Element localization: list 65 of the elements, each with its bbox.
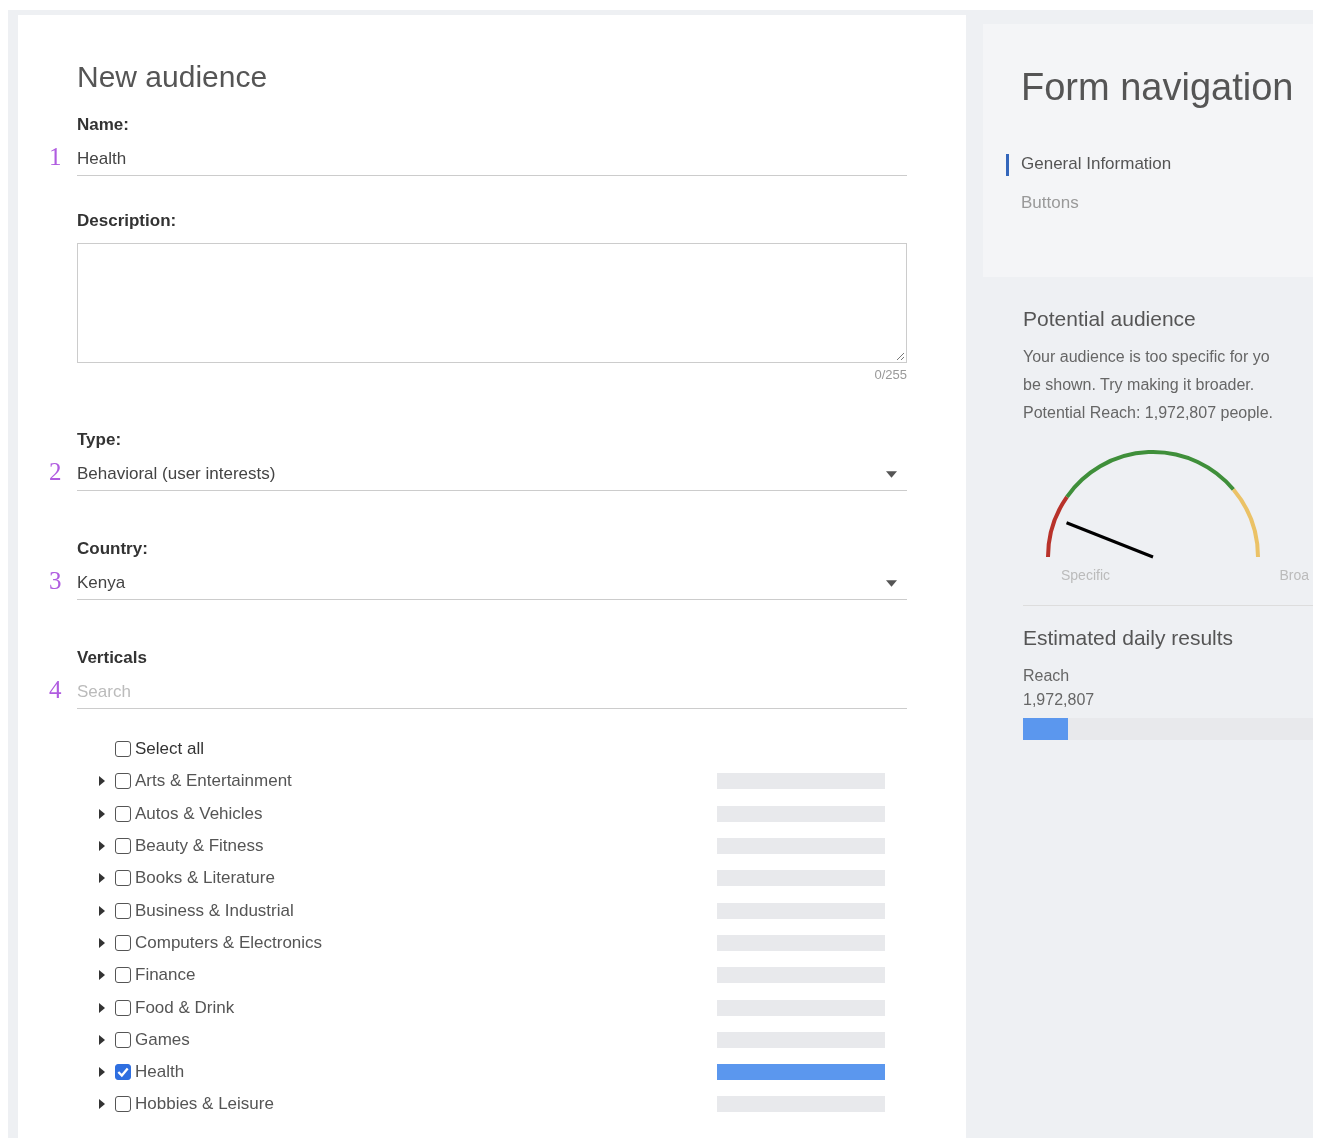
checkbox[interactable]: [115, 1064, 131, 1081]
step-number: 1: [49, 143, 62, 171]
expand-arrow-icon[interactable]: [99, 1002, 105, 1013]
expand-arrow-icon[interactable]: [99, 841, 105, 852]
vertical-label[interactable]: Books & Literature: [135, 868, 695, 889]
expand-arrow-icon[interactable]: [99, 1067, 105, 1078]
checkbox[interactable]: [115, 805, 131, 822]
expand-arrow-icon[interactable]: [99, 937, 105, 948]
gauge-min-label: Specific: [1061, 567, 1111, 583]
expand-arrow-icon[interactable]: [99, 808, 105, 819]
caret-icon: [886, 579, 897, 587]
checkbox[interactable]: [115, 902, 131, 919]
field-label: Name:: [77, 115, 130, 136]
checkbox[interactable]: [115, 741, 131, 758]
field-label: Country:: [77, 539, 149, 560]
step-number: 4: [49, 676, 62, 704]
vertical-label[interactable]: Food & Drink: [135, 997, 695, 1018]
name-field[interactable]: Health: [77, 144, 907, 174]
search-field[interactable]: Search: [77, 677, 907, 707]
metric-value: 1,972,807: [1023, 690, 1096, 710]
vertical-label[interactable]: Finance: [135, 965, 695, 986]
field-label: Description:: [77, 211, 178, 232]
expand-arrow-icon[interactable]: [99, 970, 105, 981]
checkbox[interactable]: [115, 870, 131, 887]
navigation-link[interactable]: General Information: [1006, 154, 1313, 176]
step-number: 2: [49, 458, 62, 486]
expand-arrow-icon[interactable]: [99, 776, 105, 787]
gauge-max-label: Broa: [1279, 567, 1309, 583]
message-text: Your audience is too specific for yo: [1023, 347, 1271, 367]
field-label: Verticals: [77, 648, 148, 669]
vertical-label[interactable]: Autos & Vehicles: [135, 803, 695, 824]
vertical-label[interactable]: Computers & Electronics: [135, 932, 695, 953]
expand-arrow-icon[interactable]: [99, 1034, 105, 1045]
vertical-label[interactable]: Business & Industrial: [135, 900, 695, 921]
form-title: New audience: [77, 60, 269, 95]
resize-handle-icon[interactable]: [895, 351, 905, 361]
expand-arrow-icon[interactable]: [99, 1099, 105, 1110]
caret-icon: [886, 470, 897, 478]
checkbox[interactable]: [115, 838, 131, 855]
select-all-label[interactable]: Select all: [135, 739, 695, 760]
dropdown-field[interactable]: Kenya: [77, 568, 907, 598]
vertical-label[interactable]: Hobbies & Leisure: [135, 1094, 695, 1115]
field-label: Type:: [77, 430, 123, 451]
description-field[interactable]: [77, 243, 907, 363]
checkbox[interactable]: [115, 999, 131, 1016]
checkbox[interactable]: [115, 1096, 131, 1113]
expand-arrow-icon[interactable]: [99, 873, 105, 884]
checkbox[interactable]: [115, 967, 131, 984]
checkbox[interactable]: [115, 1031, 131, 1048]
step-number: 3: [49, 567, 62, 595]
vertical-label[interactable]: Arts & Entertainment: [135, 771, 695, 792]
checkbox[interactable]: [115, 773, 131, 790]
metric-label: Reach: [1023, 666, 1071, 686]
reach-text: Potential Reach: 1,972,807 people.: [1023, 403, 1274, 423]
section-title: Potential audience: [1023, 307, 1197, 331]
section-title: Estimated daily results: [1023, 626, 1235, 650]
dropdown-field[interactable]: Behavioral (user interests): [77, 459, 907, 489]
vertical-label[interactable]: Games: [135, 1029, 695, 1050]
character-counter: 0/255: [873, 367, 907, 382]
checkbox[interactable]: [115, 934, 131, 951]
vertical-label[interactable]: Beauty & Fitness: [135, 836, 695, 857]
vertical-label[interactable]: Health: [135, 1062, 695, 1083]
expand-arrow-icon[interactable]: [99, 905, 105, 916]
message-text: be shown. Try making it broader.: [1023, 375, 1256, 395]
navigation-title: Form navigation: [1021, 66, 1295, 109]
